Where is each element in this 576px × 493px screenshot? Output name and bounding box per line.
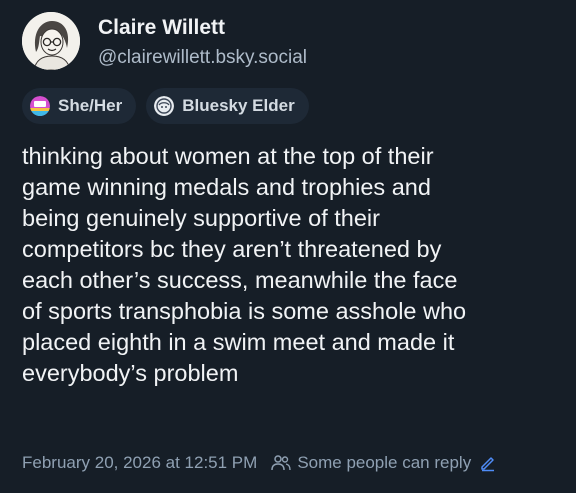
pronoun-badge[interactable]: She/Her (22, 88, 137, 124)
user-handle[interactable]: @clairewillett.bsky.social (98, 47, 307, 69)
display-name[interactable]: Claire Willett (98, 16, 225, 40)
user-avatar-icon (22, 12, 80, 70)
post-text: thinking about women at the top of their… (22, 143, 467, 386)
avatar[interactable] (22, 12, 80, 70)
people-icon (271, 455, 292, 471)
badge-list: She/Her Bluesky Elder (22, 88, 309, 124)
elder-badge-icon (154, 96, 175, 116)
post-card: Claire Willett @clairewillett.bsky.socia… (0, 0, 576, 493)
pronoun-badge-label: She/Her (58, 96, 123, 115)
elder-badge[interactable]: Bluesky Elder (146, 88, 309, 124)
pronoun-badge-icon (30, 96, 50, 116)
post-timestamp[interactable]: February 20, 2026 at 12:51 PM (22, 453, 257, 473)
pencil-icon[interactable] (479, 454, 497, 472)
elder-badge-label: Bluesky Elder (182, 96, 295, 115)
reply-setting-label[interactable]: Some people can reply (297, 453, 471, 473)
post-footer: February 20, 2026 at 12:51 PM Some peopl… (22, 453, 497, 473)
